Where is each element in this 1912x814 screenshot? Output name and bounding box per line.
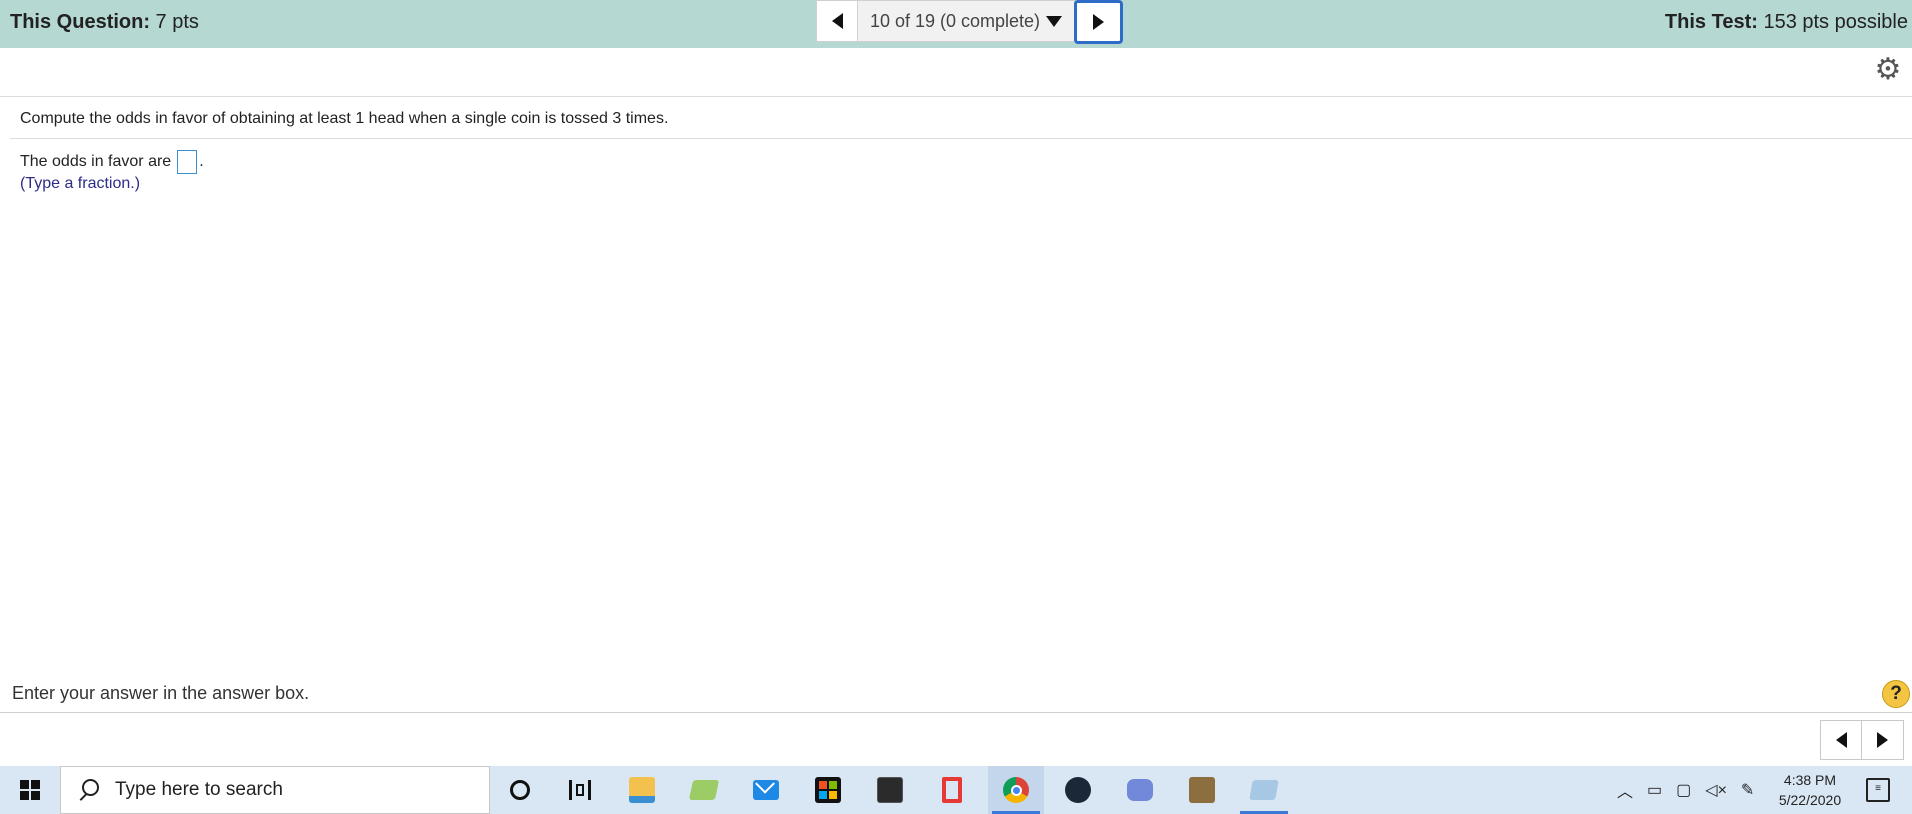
search-icon (77, 779, 99, 801)
system-tray: ︿ ▭ ▢ ◁× ✎ (1610, 766, 1761, 814)
predator-icon[interactable] (862, 766, 918, 814)
answer-instruction: Enter your answer in the answer box. (12, 683, 310, 703)
cortana-icon[interactable] (492, 766, 548, 814)
arrow-right-icon (1093, 14, 1104, 30)
taskbar-search-box[interactable]: Type here to search (60, 766, 490, 814)
answer-format-hint: (Type a fraction.) (20, 175, 141, 192)
test-points-value: 153 pts possible (1757, 11, 1908, 33)
clock-date: 5/22/2020 (1778, 792, 1842, 808)
question-header-bar: This Question: 7 pts 10 of 19 (0 complet… (0, 0, 1912, 48)
game-icon[interactable] (1174, 766, 1230, 814)
question-navigator: 10 of 19 (0 complete) (816, 0, 1123, 44)
question-progress-text: 10 of 19 (0 complete) (869, 10, 1041, 31)
settings-gear-icon[interactable]: ⚙ (1874, 55, 1902, 85)
help-icon[interactable]: ? (1882, 680, 1910, 708)
windows-logo-icon (20, 780, 40, 800)
folder-green-icon[interactable] (676, 766, 732, 814)
arrow-left-icon (1835, 732, 1847, 748)
clock-time: 4:38 PM (1783, 772, 1837, 788)
chrome-icon[interactable] (988, 766, 1044, 814)
question-points-value: 7 pts (150, 11, 199, 33)
store-icon[interactable] (800, 766, 856, 814)
steam-icon[interactable] (1050, 766, 1106, 814)
taskbar-clock[interactable]: 4:38 PM 5/22/2020 (1760, 770, 1860, 810)
volume-muted-icon[interactable]: ◁× (1705, 780, 1727, 800)
question-points-label: This Question: (10, 11, 150, 33)
chevron-up-icon[interactable]: ︿ (1617, 778, 1633, 802)
caret-down-icon (1046, 15, 1063, 27)
pen-icon[interactable]: ✎ (1741, 780, 1754, 800)
network-icon[interactable]: ▢ (1676, 780, 1691, 800)
divider (0, 96, 1912, 97)
task-view-icon[interactable] (552, 766, 608, 814)
search-placeholder: Type here to search (115, 779, 283, 800)
file-explorer-icon[interactable] (614, 766, 670, 814)
answer-input[interactable] (177, 150, 198, 174)
battery-icon[interactable]: ▭ (1647, 780, 1662, 800)
question-points: This Question: 7 pts (10, 11, 199, 34)
windows-taskbar: Type here to search ︿ ▭ ▢ ◁× ✎ 4:38 PM 5… (0, 766, 1912, 814)
next-question-button[interactable] (1074, 0, 1123, 44)
pager-previous-button[interactable] (1820, 720, 1862, 760)
divider (10, 138, 1912, 139)
mail-icon[interactable] (738, 766, 794, 814)
office-icon[interactable] (924, 766, 980, 814)
answer-suffix: . (199, 153, 204, 170)
question-selector-dropdown[interactable]: 10 of 19 (0 complete) (858, 0, 1074, 42)
notification-center-icon[interactable]: ≡ (1866, 778, 1890, 802)
question-prompt: Compute the odds in favor of obtaining a… (20, 110, 669, 127)
test-points: This Test: 153 pts possible (1665, 11, 1908, 34)
pager-next-button[interactable] (1862, 720, 1904, 760)
previous-question-button[interactable] (816, 0, 858, 42)
divider (0, 712, 1912, 713)
answer-prefix: The odds in favor are (20, 153, 172, 170)
arrow-right-icon (1877, 732, 1888, 748)
test-points-label: This Test: (1664, 11, 1758, 33)
answer-line: The odds in favor are . (20, 150, 204, 174)
notepad-icon[interactable] (1236, 766, 1292, 814)
arrow-left-icon (831, 13, 843, 29)
start-button[interactable] (0, 766, 60, 814)
bottom-pager (1820, 720, 1904, 760)
discord-icon[interactable] (1112, 766, 1168, 814)
